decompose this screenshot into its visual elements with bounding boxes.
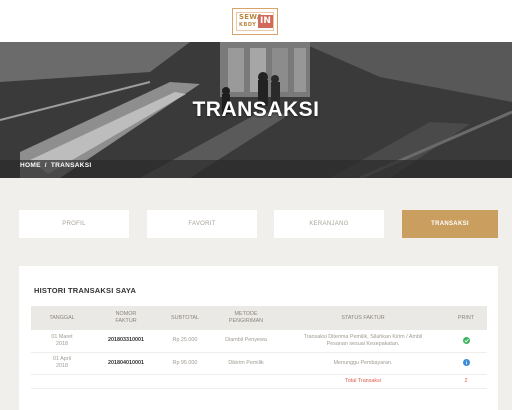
row-print (445, 330, 487, 353)
total-label: Total Transaksi (281, 374, 445, 389)
tab-favorit[interactable]: FAVORIT (147, 210, 257, 238)
row-invoice-number[interactable]: 201804010001 (93, 352, 159, 375)
logo-text-kbdy: KBDY (239, 22, 257, 28)
transaction-history-card: HISTORI TRANSAKSI SAYA TANGGAL NOMOR FAK… (19, 266, 498, 410)
row-shipping: Dikirim Pemilik (211, 352, 281, 375)
col-shipping: METODE PENGIRIMAN (211, 306, 281, 330)
col-print: PRINT (457, 314, 475, 321)
breadcrumb-current: TRANSAKSI (50, 162, 92, 169)
col-shipping-line1: METODE (234, 311, 258, 317)
tab-keranjang[interactable]: KERANJANG (274, 210, 384, 238)
table-header-row: TANGGAL NOMOR FAKTUR SUBTOTAL METODE PEN… (31, 306, 487, 330)
row-subtotal: Rp 25.000 (159, 330, 211, 353)
table-row: 01 April 2018 201804010001 Rp 95.000 Dik… (31, 352, 487, 375)
row-status-line1: Transaksi Diterima Pemilik, Silahkan Kir… (303, 333, 423, 340)
page-title: TRANSAKSI (192, 98, 320, 121)
tab-transaksi[interactable]: TRANSAKSI (402, 210, 498, 238)
top-bar: SEWA KBDY IN (0, 0, 512, 42)
logo-badge-in: IN (258, 15, 273, 28)
col-date: TANGGAL (49, 314, 75, 321)
col-invoice-line2: FAKTUR (115, 318, 137, 324)
check-circle-icon[interactable] (462, 336, 470, 344)
row-status-line2: Pesanan sesuai Kesepakatan. (326, 340, 400, 347)
row-status-line1: Menunggu Pembayaran. (333, 359, 393, 366)
row-date-line1: 01 April (53, 356, 71, 362)
tab-profil[interactable]: PROFIL (19, 210, 129, 238)
hero-banner: TRANSAKSI HOME / TRANSAKSI (0, 42, 512, 178)
brand-logo[interactable]: SEWA KBDY IN (232, 8, 278, 35)
col-invoice: NOMOR FAKTUR (93, 306, 159, 330)
section-title: HISTORI TRANSAKSI SAYA (34, 286, 137, 295)
row-status: Menunggu Pembayaran. (281, 352, 445, 375)
breadcrumb: HOME / TRANSAKSI (20, 162, 91, 169)
transaction-table: TANGGAL NOMOR FAKTUR SUBTOTAL METODE PEN… (31, 306, 487, 389)
row-date-line2: 2018 (56, 340, 68, 347)
col-subtotal: SUBTOTAL (171, 314, 199, 321)
table-total-row: Total Transaksi 2 (31, 374, 487, 389)
row-shipping: Diambil Penyewa (211, 330, 281, 353)
row-subtotal: Rp 95.000 (159, 352, 211, 375)
total-value: 2 (445, 374, 487, 389)
info-circle-icon[interactable] (462, 359, 470, 367)
breadcrumb-home-link[interactable]: HOME (20, 162, 41, 169)
table-row: 01 Maret 2018 201803310001 Rp 25.000 Dia… (31, 330, 487, 353)
breadcrumb-separator: / (44, 162, 47, 169)
row-invoice-number[interactable]: 201803310001 (93, 330, 159, 353)
col-status: STATUS FAKTUR (341, 314, 385, 321)
row-date-line1: 01 Maret (51, 333, 73, 340)
row-status: Transaksi Diterima Pemilik, Silahkan Kir… (281, 330, 445, 353)
row-date: 01 April 2018 (31, 352, 93, 375)
col-shipping-line2: PENGIRIMAN (228, 318, 264, 324)
row-print (445, 352, 487, 375)
col-invoice-line1: NOMOR (115, 311, 137, 317)
row-date: 01 Maret 2018 (31, 330, 93, 353)
row-date-line2: 2018 (56, 363, 68, 369)
